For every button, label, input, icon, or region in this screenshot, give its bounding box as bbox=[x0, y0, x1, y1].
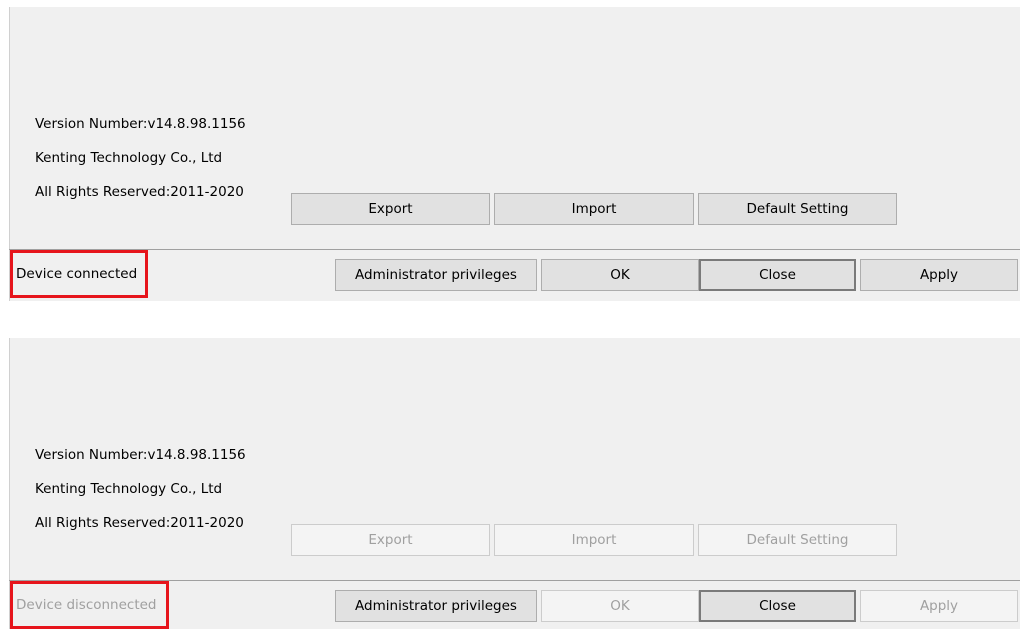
device-status-highlight: Device connected bbox=[10, 250, 148, 298]
company-name-text: Kenting Technology Co., Ltd bbox=[35, 150, 223, 166]
ok-button[interactable]: OK bbox=[541, 259, 699, 291]
default-setting-button-disabled[interactable]: Default Setting bbox=[698, 524, 897, 556]
export-button-disabled[interactable]: Export bbox=[291, 524, 490, 556]
import-button-disabled[interactable]: Import bbox=[494, 524, 694, 556]
rights-reserved-text: All Rights Reserved:2011-2020 bbox=[35, 184, 244, 200]
ok-button-disabled[interactable]: OK bbox=[541, 590, 699, 622]
apply-button[interactable]: Apply bbox=[860, 259, 1018, 291]
device-status-text: Device disconnected bbox=[16, 597, 157, 613]
import-button[interactable]: Import bbox=[494, 193, 694, 225]
version-number-text: Version Number:v14.8.98.1156 bbox=[35, 447, 246, 463]
export-button[interactable]: Export bbox=[291, 193, 490, 225]
settings-panel-connected: Version Number:v14.8.98.1156 Kenting Tec… bbox=[9, 7, 1020, 301]
apply-button-disabled[interactable]: Apply bbox=[860, 590, 1018, 622]
administrator-privileges-button[interactable]: Administrator privileges bbox=[335, 590, 537, 622]
settings-panel-disconnected: Version Number:v14.8.98.1156 Kenting Tec… bbox=[9, 338, 1020, 629]
device-status-text: Device connected bbox=[16, 266, 138, 282]
administrator-privileges-button[interactable]: Administrator privileges bbox=[335, 259, 537, 291]
version-number-text: Version Number:v14.8.98.1156 bbox=[35, 116, 246, 132]
close-button[interactable]: Close bbox=[699, 259, 856, 291]
close-button[interactable]: Close bbox=[699, 590, 856, 622]
default-setting-button[interactable]: Default Setting bbox=[698, 193, 897, 225]
device-status-highlight: Device disconnected bbox=[10, 581, 169, 629]
rights-reserved-text: All Rights Reserved:2011-2020 bbox=[35, 515, 244, 531]
status-bar-divider bbox=[9, 249, 1020, 250]
company-name-text: Kenting Technology Co., Ltd bbox=[35, 481, 223, 497]
